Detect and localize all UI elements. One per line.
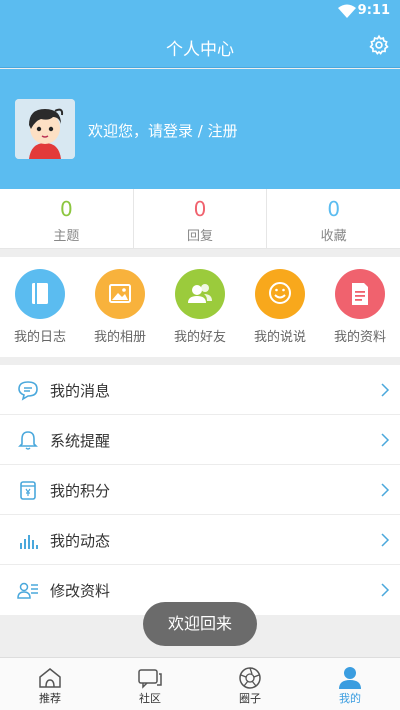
quick-item-profile[interactable]: 我的资料 [320, 269, 400, 345]
quick-actions: 我的日志 我的相册 我的好友 我的说说 我的资料 [0, 257, 400, 357]
stat-label: 回复 [187, 229, 214, 244]
menu-item-notifications[interactable]: 系统提醒 [0, 415, 400, 465]
chevron-right-icon [381, 383, 390, 397]
login-register-link[interactable]: 欢迎您，请登录 / 注册 [88, 120, 238, 141]
menu-item-label: 我的动态 [50, 532, 111, 550]
page-title: 个人中心 [166, 40, 234, 60]
friends-icon [175, 269, 225, 319]
chevron-right-icon [381, 483, 390, 497]
stats-bar: 0 主题 0 回复 0 收藏 [0, 189, 400, 249]
stat-value: 0 [193, 197, 207, 221]
document-icon [335, 269, 385, 319]
menu-item-label: 修改资料 [50, 582, 111, 600]
quick-item-label: 我的好友 [173, 330, 226, 345]
stat-label: 主题 [53, 229, 80, 244]
menu-item-messages[interactable]: 我的消息 [0, 365, 400, 415]
wifi-icon [338, 4, 356, 18]
chevron-right-icon [381, 583, 390, 597]
tab-mine[interactable]: 我的 [300, 658, 400, 710]
avatar-illustration [15, 99, 75, 159]
quick-item-posts[interactable]: 我的说说 [240, 269, 320, 345]
menu-list: 我的消息 系统提醒 我的积分 我的动态 修改资料 [0, 365, 400, 615]
tab-community[interactable]: 社区 [100, 658, 200, 710]
bottom-tab-bar: 推荐 社区 圈子 我的 [0, 657, 400, 710]
user-icon [339, 667, 361, 689]
quick-item-album[interactable]: 我的相册 [80, 269, 160, 345]
menu-item-points[interactable]: 我的积分 [0, 465, 400, 515]
stat-label: 收藏 [320, 229, 347, 244]
status-bar: 9:11 [0, 0, 400, 24]
home-icon [39, 668, 61, 688]
community-icon [138, 669, 162, 689]
stat-value: 0 [59, 197, 73, 221]
book-icon [15, 269, 65, 319]
stat-topics[interactable]: 0 主题 [0, 189, 134, 248]
stat-replies[interactable]: 0 回复 [134, 189, 268, 248]
avatar[interactable] [15, 99, 75, 159]
quick-item-label: 我的资料 [333, 330, 386, 345]
tab-label: 圈子 [239, 692, 261, 705]
tab-circle[interactable]: 圈子 [200, 658, 300, 710]
gear-icon[interactable] [368, 34, 390, 56]
menu-item-activity[interactable]: 我的动态 [0, 515, 400, 565]
photo-icon [95, 269, 145, 319]
quick-item-friends[interactable]: 我的好友 [160, 269, 240, 345]
title-bar: 个人中心 [0, 24, 400, 68]
tab-label: 推荐 [39, 692, 61, 705]
profile-header: 欢迎您，请登录 / 注册 [0, 69, 400, 189]
chevron-right-icon [381, 433, 390, 447]
tab-label: 社区 [139, 692, 161, 705]
tab-label: 我的 [339, 692, 361, 705]
stat-value: 0 [327, 197, 341, 221]
chevron-right-icon [381, 533, 390, 547]
tab-recommend[interactable]: 推荐 [0, 658, 100, 710]
menu-item-label: 我的消息 [50, 382, 111, 400]
points-icon [20, 481, 36, 500]
quick-item-label: 我的相册 [93, 330, 146, 345]
quick-item-label: 我的说说 [253, 330, 306, 345]
edit-profile-icon [17, 582, 38, 599]
chat-smile-icon [255, 269, 305, 319]
status-time: 9:11 [357, 3, 390, 18]
stat-favorites[interactable]: 0 收藏 [267, 189, 400, 248]
activity-icon [20, 535, 38, 549]
menu-item-label: 系统提醒 [50, 432, 111, 450]
bell-icon [18, 431, 38, 450]
message-icon [18, 381, 38, 401]
menu-item-label: 我的积分 [50, 482, 111, 500]
quick-item-label: 我的日志 [13, 330, 66, 345]
quick-item-diary[interactable]: 我的日志 [0, 269, 80, 345]
circle-icon [239, 667, 261, 689]
toast-message: 欢迎回来 [143, 602, 257, 646]
